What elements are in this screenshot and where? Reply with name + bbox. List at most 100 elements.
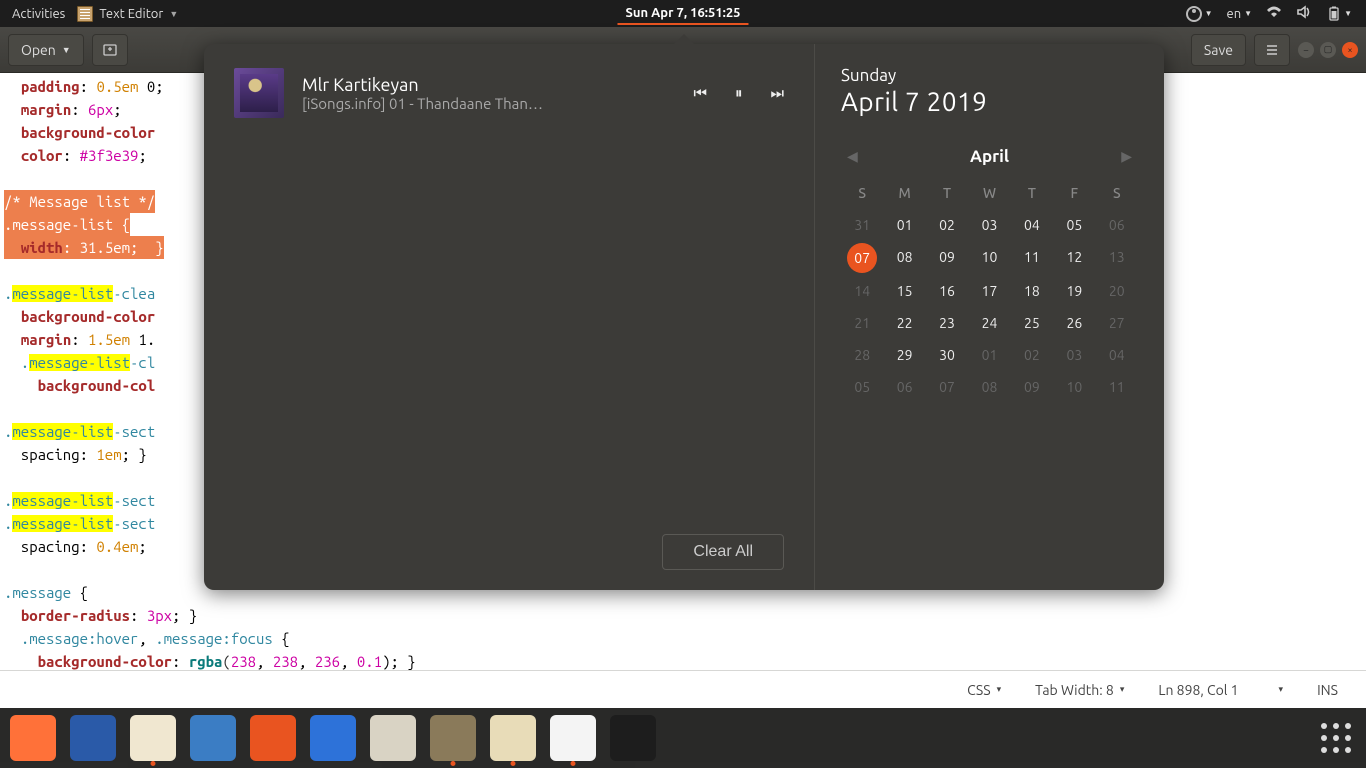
calendar-day[interactable]: 26 [1053, 315, 1095, 331]
dock-icon-gedit[interactable] [490, 715, 536, 761]
calendar-day[interactable]: 24 [968, 315, 1010, 331]
calendar-day[interactable]: 07 [926, 379, 968, 395]
clock-button[interactable]: Sun Apr 7, 16:51:25 [617, 2, 748, 25]
close-button[interactable]: × [1342, 42, 1358, 58]
open-button-label: Open [21, 42, 56, 58]
app-menu[interactable]: Text Editor ▼ [77, 6, 178, 22]
calendar-dow: T [1011, 185, 1053, 201]
accessibility-menu[interactable]: ▼ [1186, 6, 1213, 22]
insert-mode[interactable]: INS [1317, 682, 1338, 698]
dock-icon-firefox[interactable] [10, 715, 56, 761]
calendar-day[interactable]: 30 [926, 347, 968, 363]
calendar-day[interactable]: 11 [1011, 249, 1053, 267]
calendar-day[interactable]: 06 [883, 379, 925, 395]
text-editor-icon [77, 6, 93, 22]
media-prev-button[interactable]: ⏮ [693, 84, 707, 102]
media-artist: Mlr Kartikeyan [302, 75, 663, 95]
dock-icon-thunderbird[interactable] [70, 715, 116, 761]
dock-icon-calculator[interactable] [370, 715, 416, 761]
media-pause-button[interactable]: ⏸ [735, 84, 743, 102]
calendar-day[interactable]: 15 [883, 283, 925, 299]
hamburger-menu-button[interactable] [1254, 34, 1290, 66]
calendar-day[interactable]: 01 [883, 217, 925, 233]
hamburger-icon [1264, 42, 1280, 58]
calendar-dow: T [926, 185, 968, 201]
minimize-button[interactable]: – [1298, 42, 1314, 58]
calendar-day[interactable]: 10 [1053, 379, 1095, 395]
calendar-prev-month[interactable]: ◀ [841, 144, 864, 169]
keyboard-layout-menu[interactable]: en ▼ [1227, 7, 1253, 21]
calendar-day[interactable]: 22 [883, 315, 925, 331]
calendar-day[interactable]: 16 [926, 283, 968, 299]
save-button[interactable]: Save [1191, 34, 1246, 66]
chevron-down-icon: ▼ [169, 9, 178, 19]
dock-icon-rhythmbox[interactable] [130, 715, 176, 761]
calendar-day[interactable]: 05 [841, 379, 883, 395]
gnome-top-panel: Activities Text Editor ▼ Sun Apr 7, 16:5… [0, 0, 1366, 27]
chevron-down-icon: ▼ [1205, 9, 1213, 18]
gedit-statusbar: CSS ▾ Tab Width: 8 ▾ Ln 898, Col 1 ▾ INS [0, 670, 1366, 708]
chevron-down-icon: ▼ [1344, 9, 1352, 18]
calendar-day[interactable]: 07 [841, 249, 883, 267]
calendar-day[interactable]: 28 [841, 347, 883, 363]
calendar-day[interactable]: 09 [1011, 379, 1053, 395]
calendar-day[interactable]: 19 [1053, 283, 1095, 299]
calendar-day[interactable]: 08 [968, 379, 1010, 395]
calendar-fulldate: April 7 2019 [841, 87, 1138, 116]
wifi-icon[interactable] [1266, 4, 1282, 23]
clear-all-button[interactable]: Clear All [662, 534, 784, 570]
syntax-mode-combo[interactable]: CSS ▾ [967, 682, 1001, 698]
battery-icon[interactable]: ▼ [1326, 6, 1352, 22]
calendar-day[interactable]: 08 [883, 249, 925, 267]
calendar-day[interactable]: 12 [1053, 249, 1095, 267]
calendar-day[interactable]: 27 [1096, 315, 1138, 331]
calendar-day[interactable]: 29 [883, 347, 925, 363]
calendar-day[interactable]: 11 [1096, 379, 1138, 395]
calendar-day[interactable]: 03 [1053, 347, 1095, 363]
calendar-day[interactable]: 31 [841, 217, 883, 233]
calendar-day[interactable]: 01 [968, 347, 1010, 363]
calendar-dow: F [1053, 185, 1095, 201]
calendar-day[interactable]: 03 [968, 217, 1010, 233]
chevron-down-icon: ▼ [62, 45, 71, 55]
calendar-next-month[interactable]: ▶ [1115, 144, 1138, 169]
calendar-day[interactable]: 09 [926, 249, 968, 267]
dock-icon-virtualbox[interactable] [310, 715, 356, 761]
show-applications-button[interactable] [1316, 718, 1356, 758]
new-tab-button[interactable] [92, 34, 128, 66]
calendar-day[interactable]: 20 [1096, 283, 1138, 299]
calendar-day[interactable]: 02 [1011, 347, 1053, 363]
media-next-button[interactable]: ⏭ [770, 84, 784, 102]
calendar-day[interactable]: 04 [1096, 347, 1138, 363]
calendar-day[interactable]: 13 [1096, 249, 1138, 267]
volume-icon[interactable] [1296, 4, 1312, 23]
calendar-dow: S [1096, 185, 1138, 201]
calendar-day[interactable]: 10 [968, 249, 1010, 267]
tab-width-combo[interactable]: Tab Width: 8 ▾ [1035, 682, 1124, 698]
keyboard-layout-label: en [1227, 7, 1242, 21]
dock-icon-ubuntu-software[interactable] [250, 715, 296, 761]
accessibility-icon [1186, 6, 1202, 22]
media-notification[interactable]: Mlr Kartikeyan [iSongs.info] 01 - Thanda… [234, 68, 784, 118]
dock-icon-terminal[interactable] [610, 715, 656, 761]
calendar-day[interactable]: 05 [1053, 217, 1095, 233]
cursor-position[interactable]: Ln 898, Col 1 ▾ [1158, 682, 1283, 698]
calendar-day[interactable]: 18 [1011, 283, 1053, 299]
dock-icon-libreoffice-writer[interactable] [190, 715, 236, 761]
calendar-day[interactable]: 23 [926, 315, 968, 331]
maximize-button[interactable]: ▢ [1320, 42, 1336, 58]
dock-icon-chrome[interactable] [550, 715, 596, 761]
calendar-day[interactable]: 02 [926, 217, 968, 233]
calendar-day[interactable]: 14 [841, 283, 883, 299]
calendar-day[interactable]: 17 [968, 283, 1010, 299]
calendar-dow: S [841, 185, 883, 201]
calendar-day[interactable]: 21 [841, 315, 883, 331]
calendar-day[interactable]: 04 [1011, 217, 1053, 233]
album-art [234, 68, 284, 118]
calendar-day[interactable]: 25 [1011, 315, 1053, 331]
calendar-day[interactable]: 06 [1096, 217, 1138, 233]
open-button[interactable]: Open ▼ [8, 34, 84, 66]
media-track: [iSongs.info] 01 - Thandaane Than… [302, 95, 602, 112]
activities-button[interactable]: Activities [12, 7, 65, 21]
dock-icon-files[interactable] [430, 715, 476, 761]
